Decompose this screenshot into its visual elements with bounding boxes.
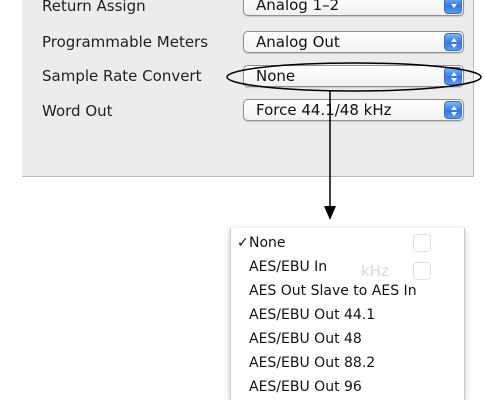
menu-item-aes-ebu-out-96[interactable]: AES/EBU Out 96 — [231, 377, 464, 397]
menu-item-aes-ebu-out-48[interactable]: AES/EBU Out 48 — [231, 329, 464, 349]
menu-item-label: AES/EBU Out 48 — [249, 331, 362, 347]
menu-item-label: AES/EBU Out 96 — [249, 379, 362, 395]
menu-item-label: AES Out Slave to AES In — [249, 283, 417, 299]
menu-item-label: AES/EBU In — [249, 259, 328, 275]
callout-arrowhead-icon — [324, 206, 336, 220]
menu-item-none[interactable]: ✓ None — [231, 233, 464, 253]
menu-item-label: None — [249, 235, 286, 251]
menu-item-aes-ebu-in[interactable]: AES/EBU In — [231, 257, 464, 277]
sample-rate-convert-menu: kHz ✓ None AES/EBU In AES Out Slave to A… — [230, 228, 465, 400]
menu-item-aes-ebu-out-44-1[interactable]: AES/EBU Out 44.1 — [231, 305, 464, 325]
menu-item-label: AES/EBU Out 44.1 — [249, 307, 376, 323]
callout-ellipse — [226, 62, 482, 92]
menu-item-aes-ebu-out-88-2[interactable]: AES/EBU Out 88.2 — [231, 353, 464, 373]
menu-item-label: AES/EBU Out 88.2 — [249, 355, 376, 371]
checkmark-icon: ✓ — [237, 235, 249, 251]
menu-item-aes-out-slave[interactable]: AES Out Slave to AES In — [231, 281, 464, 301]
